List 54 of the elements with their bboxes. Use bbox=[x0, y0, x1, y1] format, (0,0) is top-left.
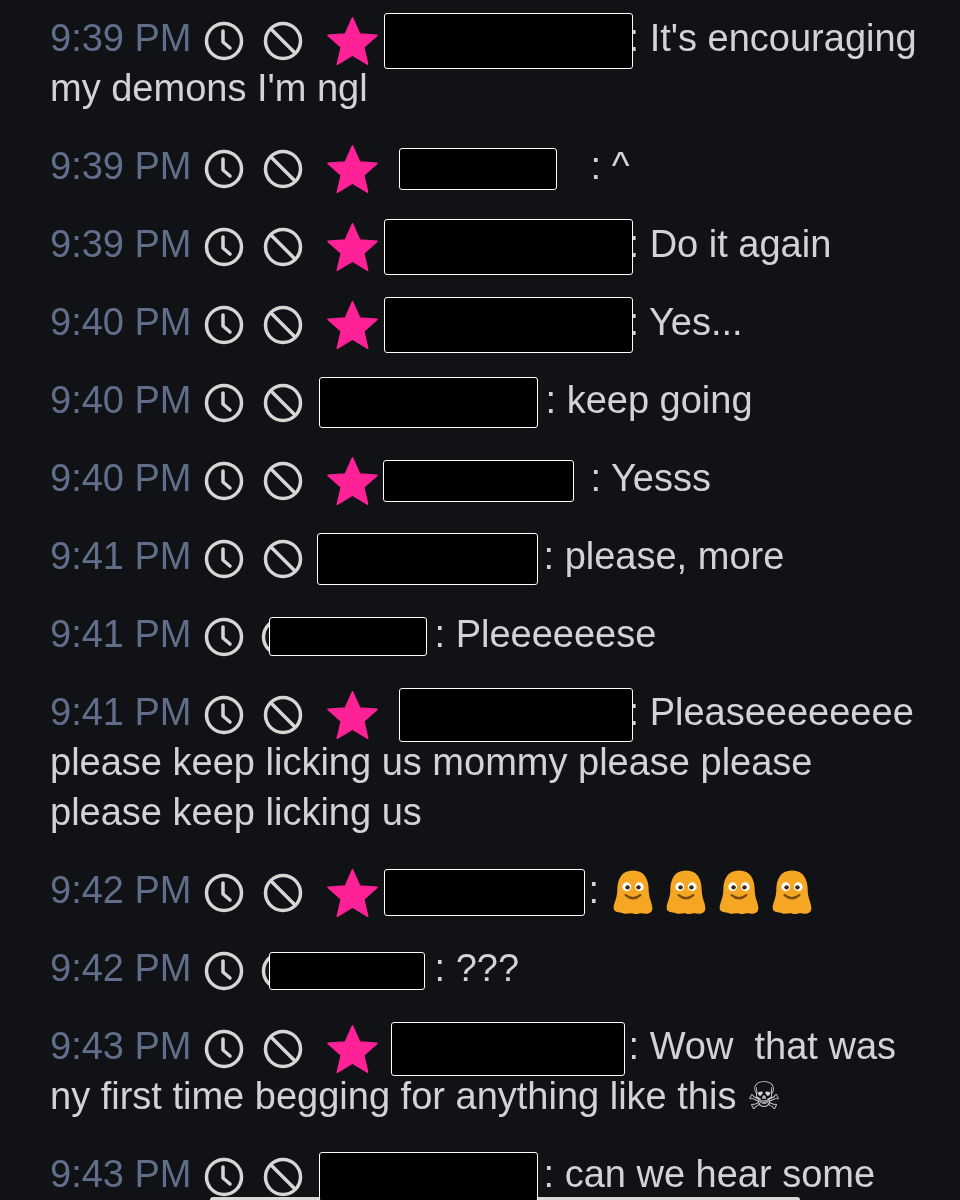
clock-icon[interactable] bbox=[203, 20, 244, 61]
ban-icon[interactable] bbox=[262, 460, 303, 501]
message-text: : bbox=[588, 869, 600, 911]
ban-icon[interactable] bbox=[262, 382, 303, 423]
timestamp: 9:43 PM bbox=[50, 1153, 192, 1195]
clock-icon[interactable] bbox=[203, 538, 244, 579]
message-text: : Pleeeeeese bbox=[434, 613, 657, 655]
clock-icon[interactable] bbox=[203, 148, 244, 189]
timestamp: 9:39 PM bbox=[50, 223, 192, 265]
timestamp: 9:43 PM bbox=[50, 1025, 192, 1067]
message-text: please keep licking us mommy please please bbox=[50, 741, 813, 783]
clock-icon[interactable] bbox=[203, 694, 244, 735]
timestamp: 9:39 PM bbox=[50, 17, 192, 59]
ban-icon[interactable] bbox=[262, 872, 303, 913]
message-text: : ??? bbox=[434, 947, 520, 989]
blob-emote-icon bbox=[771, 870, 814, 916]
message-text: : please, more bbox=[543, 535, 785, 577]
message-text: : Wow that was bbox=[628, 1025, 897, 1067]
message-text: : Yesss bbox=[590, 457, 711, 499]
message-text: ny first time begging for anything like this ☠ bbox=[50, 1075, 781, 1117]
clock-icon[interactable] bbox=[203, 616, 244, 657]
ban-icon[interactable] bbox=[262, 148, 303, 189]
timestamp: 9:40 PM bbox=[50, 301, 192, 343]
message-text: : can we hear some bbox=[543, 1153, 876, 1195]
blob-emote-icon bbox=[718, 870, 761, 916]
clock-icon[interactable] bbox=[203, 460, 244, 501]
message-text: my demons I'm ngl bbox=[50, 67, 368, 109]
timestamp: 9:41 PM bbox=[50, 535, 192, 577]
ban-icon[interactable] bbox=[262, 694, 303, 735]
ban-icon[interactable] bbox=[262, 1156, 303, 1197]
timestamp: 9:40 PM bbox=[50, 457, 192, 499]
ban-icon[interactable] bbox=[262, 226, 303, 267]
timestamp: 9:42 PM bbox=[50, 869, 192, 911]
clock-icon[interactable] bbox=[203, 950, 244, 991]
blob-emote-icon bbox=[612, 870, 655, 916]
clock-icon[interactable] bbox=[203, 226, 244, 267]
clock-icon[interactable] bbox=[203, 304, 244, 345]
clock-icon[interactable] bbox=[203, 1156, 244, 1197]
message-text: : keep going bbox=[545, 379, 753, 421]
message-text: please keep licking us bbox=[50, 791, 422, 833]
clock-icon[interactable] bbox=[203, 382, 244, 423]
timestamp: 9:40 PM bbox=[50, 379, 192, 421]
blob-emote-icon bbox=[665, 870, 708, 916]
timestamp: 9:39 PM bbox=[50, 145, 192, 187]
timestamp: 9:41 PM bbox=[50, 691, 192, 733]
ban-icon[interactable] bbox=[262, 1028, 303, 1069]
ban-icon[interactable] bbox=[262, 304, 303, 345]
timestamp: 9:41 PM bbox=[50, 613, 192, 655]
clock-icon[interactable] bbox=[203, 872, 244, 913]
message-text: : ^ bbox=[590, 145, 630, 187]
ban-icon[interactable] bbox=[262, 20, 303, 61]
timestamp: 9:42 PM bbox=[50, 947, 192, 989]
ban-icon[interactable] bbox=[262, 538, 303, 579]
clock-icon[interactable] bbox=[203, 1028, 244, 1069]
